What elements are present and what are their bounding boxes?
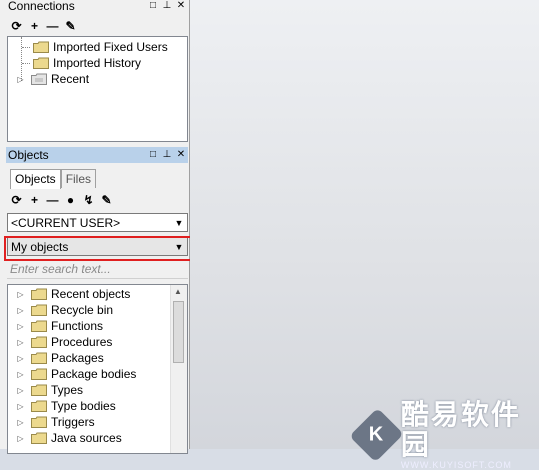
tree-item-label: Types (51, 383, 84, 397)
scroll-up-icon[interactable]: ▲ (174, 287, 182, 296)
watermark-logo-icon: K (349, 407, 404, 463)
scroll-thumb[interactable] (173, 301, 184, 363)
tree-item[interactable]: ▷ Packages (16, 350, 104, 366)
folder-icon (31, 400, 47, 412)
tab-objects[interactable]: Objects (10, 169, 61, 189)
expand-icon[interactable]: ▷ (16, 370, 25, 379)
tree-item[interactable]: ▷ Package bodies (16, 366, 136, 382)
watermark: K 酷易软件园 WWW.KUYISOFT.COM (349, 399, 539, 470)
expand-icon[interactable]: ▷ (16, 386, 25, 395)
tree-item-label: Recent objects (51, 287, 131, 301)
folder-icon (33, 41, 49, 53)
folder-icon (31, 304, 47, 316)
tree-item[interactable]: ▷ Recycle bin (16, 302, 113, 318)
find-icon[interactable]: ● (64, 193, 77, 207)
tree-item[interactable]: ▷ Java sources (16, 430, 122, 446)
tree-item-label: Imported Fixed Users (53, 40, 168, 54)
objects-tree: ▲ ▷ Recent objects ▷ Recycle bin ▷ Functions ▷… (7, 284, 188, 454)
tree-item[interactable]: ▷ Recent objects (16, 286, 130, 302)
tree-item[interactable]: ▷ Recent (16, 71, 89, 87)
watermark-subtitle: WWW.KUYISOFT.COM (400, 460, 512, 470)
expand-icon[interactable]: ▷ (16, 354, 25, 363)
workspace-area (190, 0, 539, 449)
tree-item-label: Recent (51, 72, 90, 86)
expand-icon[interactable]: ▷ (16, 434, 25, 443)
folder-icon (33, 57, 49, 69)
tree-item-label: Package bodies (51, 367, 137, 381)
left-panel: Connections □ ⊥ ✕ ⟳ + — ✎ Imported Fixed… (0, 0, 190, 454)
connections-header: Connections □ ⊥ ✕ (6, 0, 188, 13)
tree-item-label: Procedures (51, 335, 113, 349)
add-icon[interactable]: + (28, 19, 41, 33)
pin-icon[interactable]: ⊥ (162, 0, 172, 11)
refresh-icon[interactable]: ⟳ (10, 193, 23, 207)
expand-icon[interactable]: ▷ (16, 75, 25, 84)
connections-toolbar: ⟳ + — ✎ (10, 18, 77, 34)
expand-icon[interactable]: ▷ (16, 322, 25, 331)
folder-icon (31, 368, 47, 380)
chevron-down-icon: ▼ (174, 217, 184, 228)
scrollbar[interactable]: ▲ (170, 285, 187, 453)
objects-tabs: Objects Files (10, 169, 97, 189)
tree-item[interactable]: Imported Fixed Users (22, 39, 168, 55)
highlight-box (4, 236, 211, 261)
expand-icon[interactable]: ▷ (16, 290, 25, 299)
refresh-icon[interactable]: ⟳ (10, 19, 23, 33)
tree-item[interactable]: ▷ Procedures (16, 334, 112, 350)
folder-icon (31, 288, 47, 300)
folder-icon (31, 320, 47, 332)
tree-item-label: Java sources (51, 431, 122, 445)
tree-item-label: Functions (51, 319, 104, 333)
tree-item-label: Type bodies (51, 399, 116, 413)
objects-title: Objects (8, 148, 49, 162)
tree-item-label: Triggers (51, 415, 95, 429)
folder-icon (31, 416, 47, 428)
pin-icon[interactable]: ⊥ (162, 150, 172, 160)
connections-tree: Imported Fixed Users Imported History ▷ … (7, 36, 188, 142)
remove-icon[interactable]: — (46, 193, 59, 207)
add-icon[interactable]: + (28, 193, 41, 207)
tab-files[interactable]: Files (60, 169, 97, 188)
expand-icon[interactable]: ▷ (16, 402, 25, 411)
folder-icon (31, 336, 47, 348)
restore-icon[interactable]: □ (148, 150, 158, 160)
expand-icon[interactable]: ▷ (16, 306, 25, 315)
tree-item-label: Packages (51, 351, 104, 365)
tree-item-label: Imported History (53, 56, 142, 70)
expand-icon[interactable]: ▷ (16, 338, 25, 347)
restore-icon[interactable]: □ (148, 0, 158, 11)
edit-icon[interactable]: ✎ (100, 193, 113, 207)
folder-icon (31, 352, 47, 364)
remove-icon[interactable]: — (46, 19, 59, 33)
tree-item[interactable]: Imported History (22, 55, 141, 71)
tree-item[interactable]: ▷ Types (16, 382, 83, 398)
watermark-title: 酷易软件园 (400, 399, 521, 460)
expand-icon[interactable]: ▷ (16, 418, 25, 427)
compile-icon[interactable]: ↯ (82, 193, 95, 207)
tree-item-label: Recycle bin (51, 303, 114, 317)
edit-icon[interactable]: ✎ (64, 19, 77, 33)
user-select[interactable]: <CURRENT USER> ▼ (7, 213, 188, 232)
folder-icon (31, 73, 47, 85)
tree-item[interactable]: ▷ Type bodies (16, 398, 116, 414)
objects-header: Objects □ ⊥ ✕ (6, 147, 188, 163)
close-icon[interactable]: ✕ (176, 0, 186, 11)
close-icon[interactable]: ✕ (176, 150, 186, 160)
folder-icon (31, 432, 47, 444)
user-select-value: <CURRENT USER> (11, 215, 121, 230)
search-input[interactable]: Enter search text... (7, 260, 188, 279)
tree-item[interactable]: ▷ Triggers (16, 414, 95, 430)
tree-item[interactable]: ▷ Functions (16, 318, 103, 334)
folder-icon (31, 384, 47, 396)
connections-title: Connections (8, 0, 75, 13)
objects-toolbar: ⟳ + — ● ↯ ✎ (10, 192, 113, 208)
